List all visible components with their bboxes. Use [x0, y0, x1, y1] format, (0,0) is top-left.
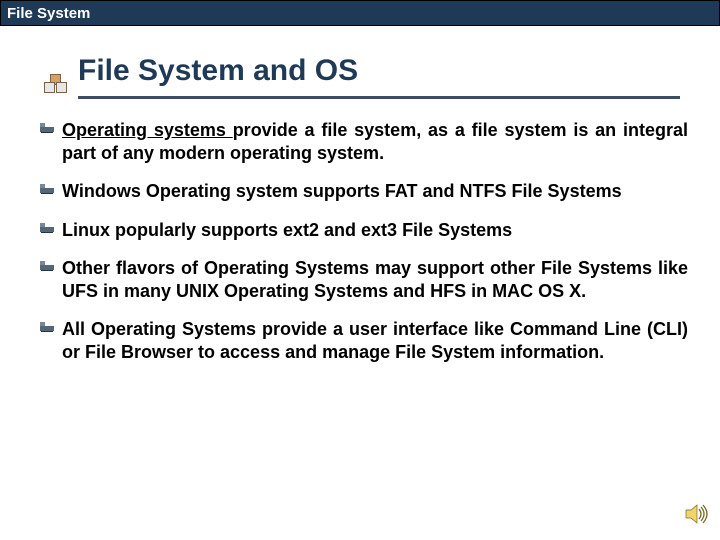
list-item: Windows Operating system supports FAT an…	[40, 180, 688, 203]
page-title: File System and OS	[78, 54, 680, 88]
list-item: Operating systems provide a file system,…	[40, 119, 688, 164]
bullet-text: Linux popularly supports ext2 and ext3 F…	[62, 219, 688, 242]
bullet-text: Other flavors of Operating Systems may s…	[62, 257, 688, 302]
hyperlink-text[interactable]: Operating systems	[62, 120, 233, 140]
bullet-icon	[40, 123, 58, 135]
title-area: File System and OS	[78, 54, 680, 99]
bullet-icon	[40, 184, 58, 196]
bullet-text: All Operating Systems provide a user int…	[62, 318, 688, 363]
bullet-icon	[40, 322, 58, 334]
bullet-text: Windows Operating system supports FAT an…	[62, 180, 688, 203]
list-item: All Operating Systems provide a user int…	[40, 318, 688, 363]
bullet-text: Operating systems provide a file system,…	[62, 119, 688, 164]
list-item: Other flavors of Operating Systems may s…	[40, 257, 688, 302]
content-area: Operating systems provide a file system,…	[40, 119, 688, 363]
sound-icon[interactable]	[684, 503, 710, 530]
bullet-icon	[40, 261, 58, 273]
list-item: Linux popularly supports ext2 and ext3 F…	[40, 219, 688, 242]
bullet-icon	[40, 223, 58, 235]
slide-header-title: File System	[7, 5, 90, 22]
title-decoration-icon	[44, 80, 78, 102]
slide-header: File System	[0, 0, 720, 26]
